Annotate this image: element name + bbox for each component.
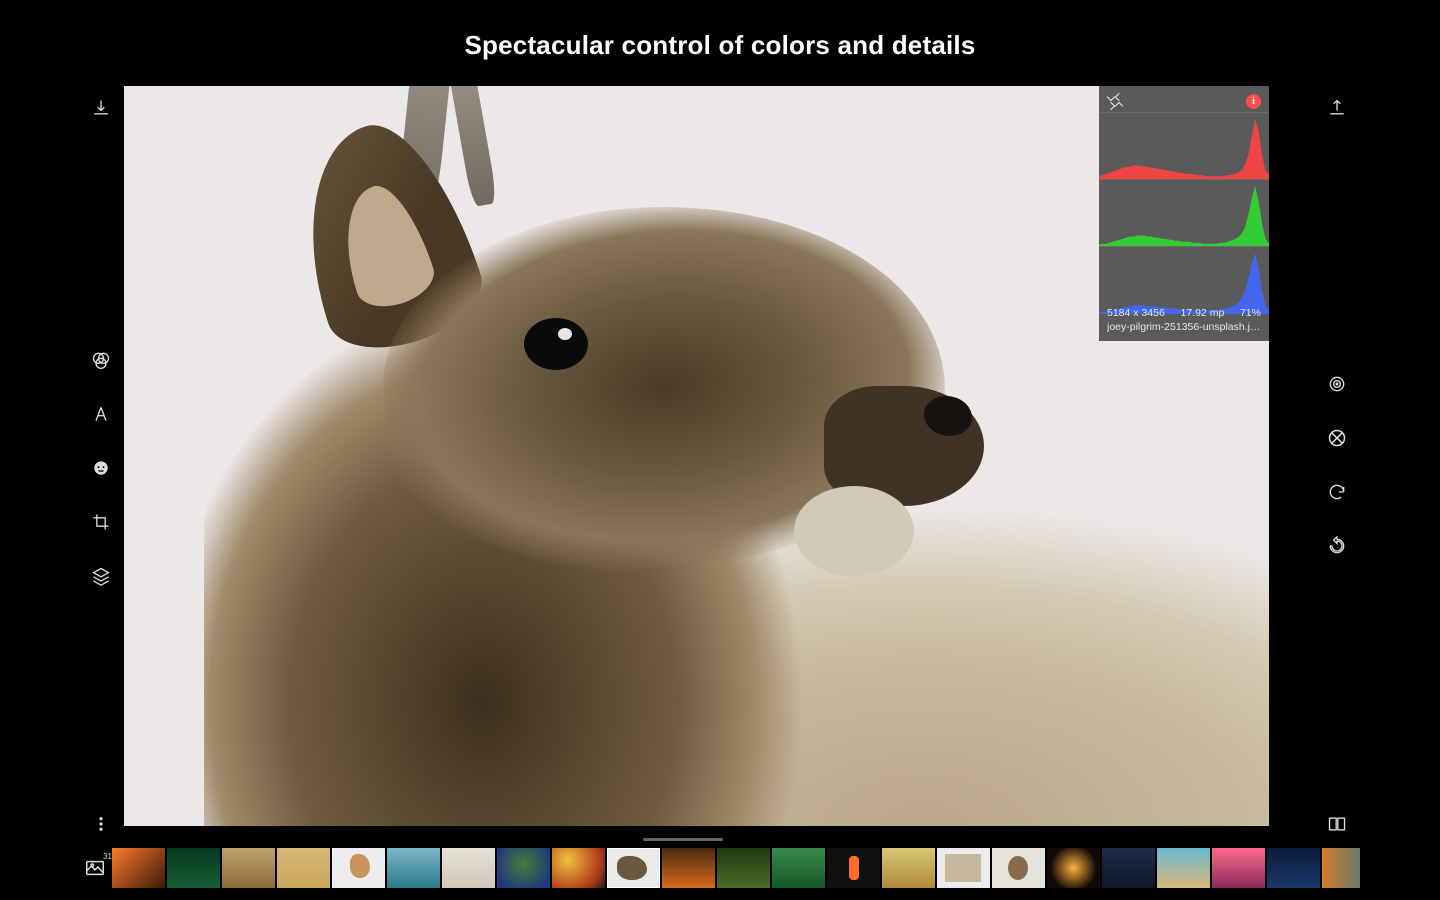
face-icon[interactable] xyxy=(87,454,115,482)
photo-deer xyxy=(124,86,1269,826)
thumbnail[interactable] xyxy=(772,848,825,888)
layers-icon[interactable] xyxy=(87,562,115,590)
thumbnail[interactable] xyxy=(662,848,715,888)
image-dimensions: 5184 x 3456 xyxy=(1107,306,1165,321)
image-canvas[interactable]: i 5184 x 3456 17.92 mp 71% joey-pilgrim-… xyxy=(124,86,1269,826)
thumbnail[interactable] xyxy=(222,848,275,888)
info-badge-icon[interactable]: i xyxy=(1246,94,1261,109)
panels-icon[interactable] xyxy=(1323,810,1351,838)
thumbnail[interactable] xyxy=(442,848,495,888)
more-icon[interactable] xyxy=(87,810,115,838)
marketing-headline: Spectacular control of colors and detail… xyxy=(0,30,1440,61)
histogram-red xyxy=(1099,112,1269,179)
thumbnail[interactable] xyxy=(1157,848,1210,888)
filmstrip: 31 xyxy=(80,844,1360,892)
thumbnail[interactable] xyxy=(1047,848,1100,888)
thumbnail[interactable] xyxy=(717,848,770,888)
image-metadata: 5184 x 3456 17.92 mp 71% joey-pilgrim-25… xyxy=(1099,302,1269,341)
reset-icon[interactable] xyxy=(1323,532,1351,560)
collapse-icon[interactable] xyxy=(1107,93,1123,109)
thumbnail[interactable] xyxy=(1322,848,1360,888)
thumbnail[interactable] xyxy=(1102,848,1155,888)
thumbnail[interactable] xyxy=(827,848,880,888)
thumbnail[interactable] xyxy=(552,848,605,888)
thumbnail[interactable] xyxy=(167,848,220,888)
thumbnail[interactable] xyxy=(882,848,935,888)
undo-icon[interactable] xyxy=(1323,478,1351,506)
thumbnail[interactable] xyxy=(1267,848,1320,888)
crop-icon[interactable] xyxy=(87,508,115,536)
image-megapixels: 17.92 mp xyxy=(1181,306,1225,321)
thumbnail[interactable] xyxy=(332,848,385,888)
thumbnail[interactable] xyxy=(607,848,660,888)
histogram-green xyxy=(1099,179,1269,246)
histogram-panel: i 5184 x 3456 17.92 mp 71% joey-pilgrim-… xyxy=(1099,86,1269,341)
text-icon[interactable] xyxy=(87,400,115,428)
thumbnail[interactable] xyxy=(937,848,990,888)
thumbnail[interactable] xyxy=(277,848,330,888)
import-icon[interactable] xyxy=(87,94,115,122)
export-icon[interactable] xyxy=(1323,94,1351,122)
image-filename: joey-pilgrim-251356-unsplash.jpg xyxy=(1107,320,1261,335)
image-zoom: 71% xyxy=(1240,306,1261,321)
compare-icon[interactable] xyxy=(1323,424,1351,452)
focus-icon[interactable] xyxy=(1323,370,1351,398)
thumbnail[interactable] xyxy=(387,848,440,888)
thumbnail[interactable] xyxy=(497,848,550,888)
filmstrip-toggle-icon[interactable]: 31 xyxy=(80,848,110,888)
thumbnail[interactable] xyxy=(112,848,165,888)
filmstrip-count-badge: 31 xyxy=(103,852,112,861)
thumbnail[interactable] xyxy=(1212,848,1265,888)
filters-icon[interactable] xyxy=(87,346,115,374)
filmstrip-scrollbar[interactable] xyxy=(80,838,1360,842)
thumbnail[interactable] xyxy=(992,848,1045,888)
